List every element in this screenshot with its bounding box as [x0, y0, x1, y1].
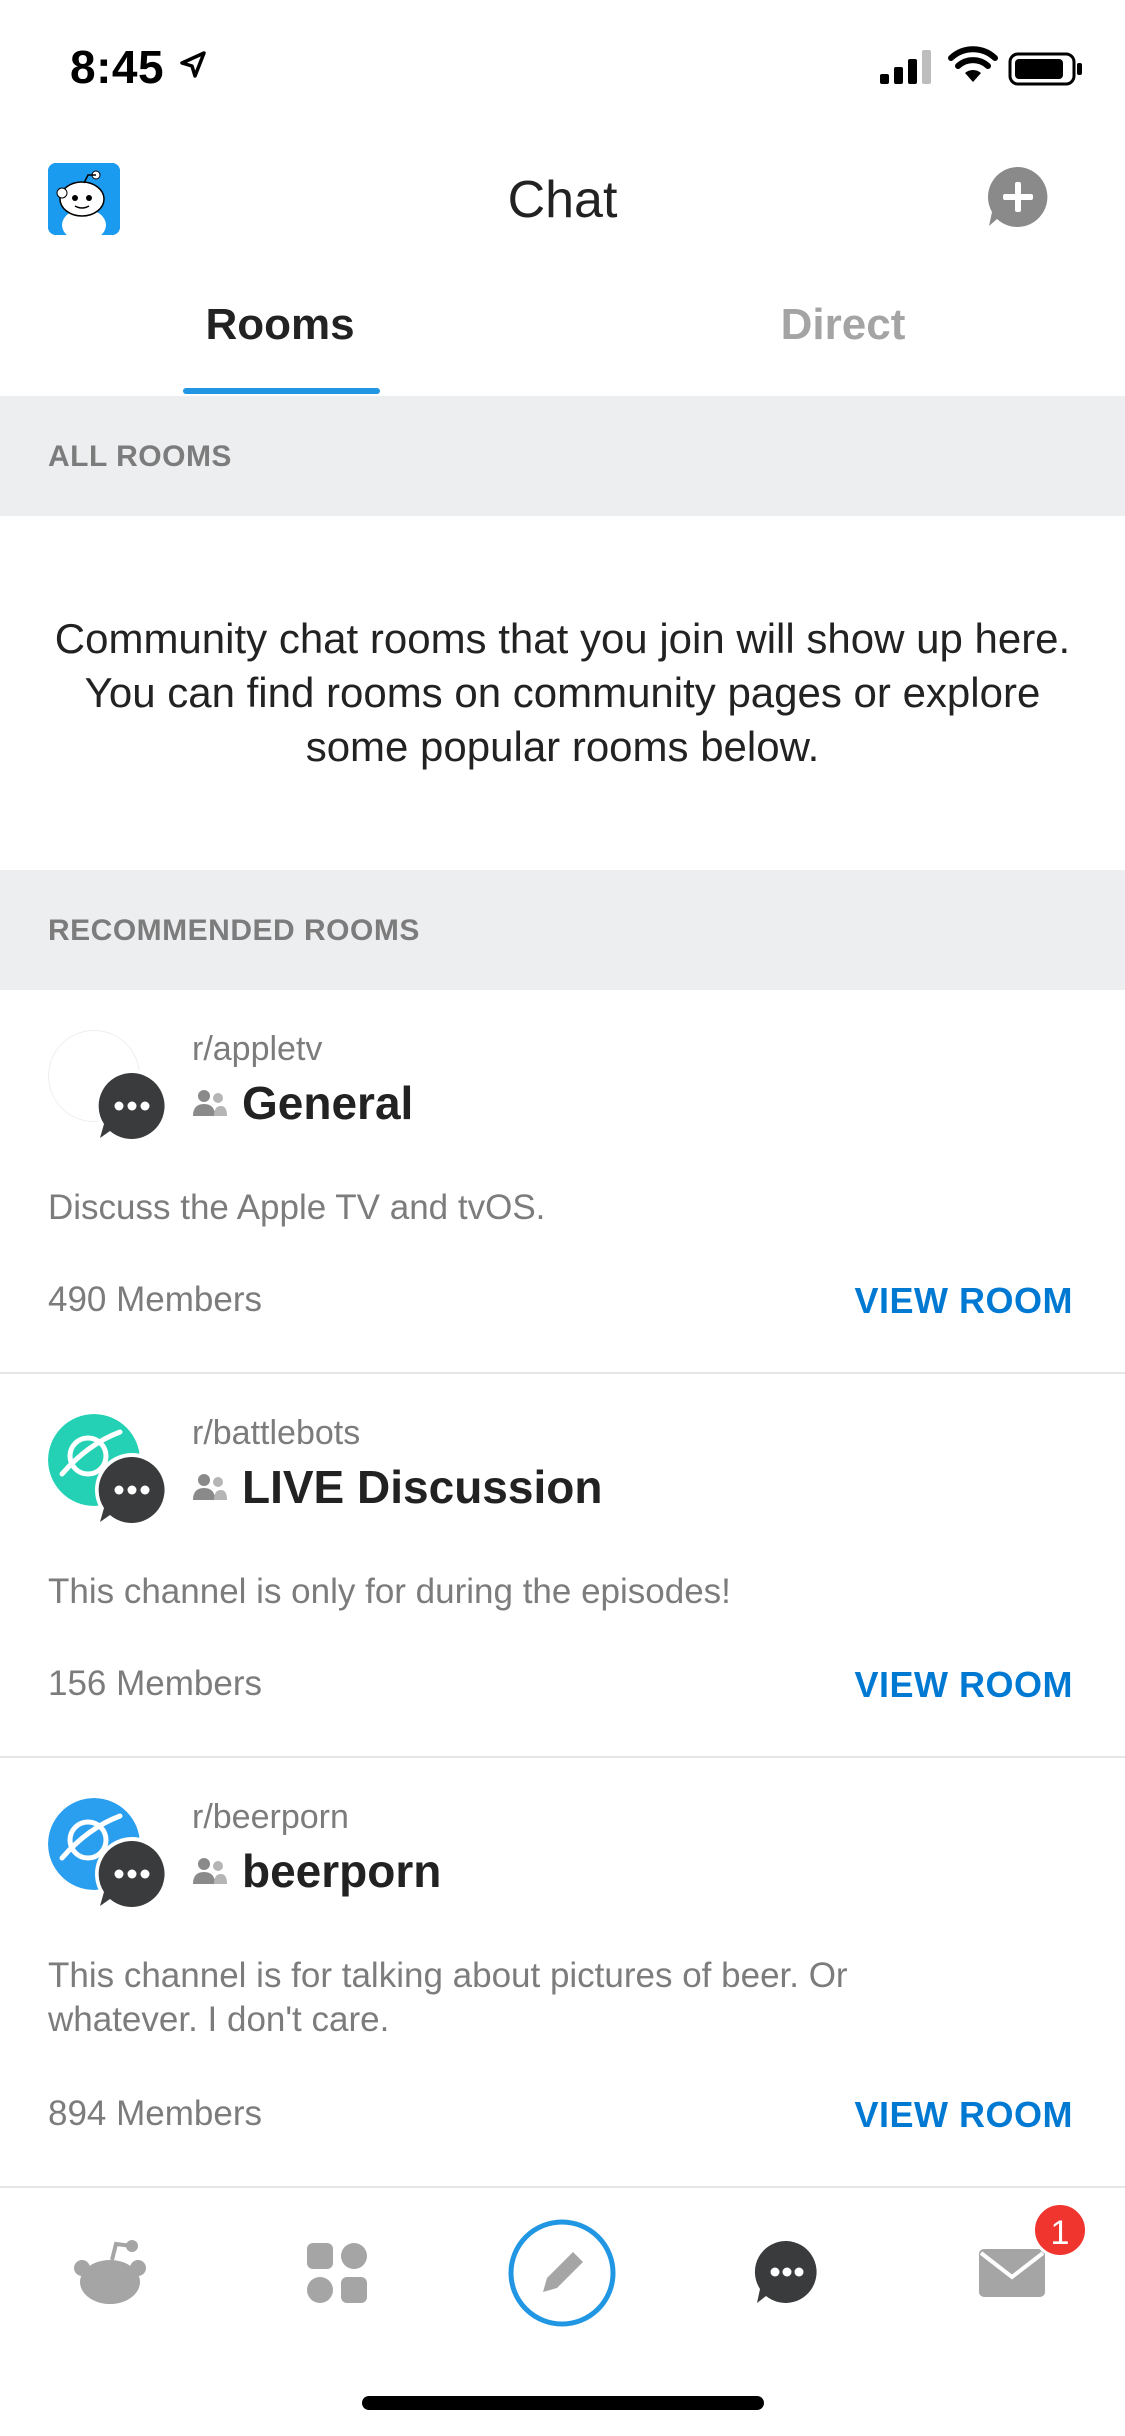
- nav-home[interactable]: [52, 2218, 172, 2328]
- wifi-icon: [948, 46, 998, 82]
- nav-chat[interactable]: [727, 2218, 847, 2328]
- section-label-recommended: RECOMMENDED ROOMS: [48, 914, 420, 947]
- room-description: Discuss the Apple TV and tvOS.: [48, 1188, 546, 1227]
- location-arrow-icon: [180, 51, 206, 78]
- subreddit-name[interactable]: r/battlebots: [192, 1414, 360, 1453]
- room-description: This channel is for talking about pictur…: [48, 1956, 848, 2039]
- cellular-signal-icon: [880, 50, 931, 84]
- view-room-button[interactable]: VIEW ROOM: [855, 1664, 1074, 1706]
- create-post-icon: [508, 2219, 616, 2327]
- room-title: beerporn: [242, 1845, 442, 1897]
- members-icon: [193, 1858, 227, 1884]
- room-description: This channel is only for during the epis…: [48, 1572, 731, 1611]
- room-icon: [48, 1030, 178, 1143]
- home-indicator[interactable]: [362, 2396, 764, 2410]
- view-room-button[interactable]: VIEW ROOM: [855, 2094, 1074, 2136]
- room-card[interactable]: r/appletv General Discuss the Apple TV a…: [0, 990, 1125, 1374]
- chat-bubble-icon: [95, 1069, 169, 1143]
- empty-state-text: Community chat rooms that you join will …: [54, 615, 1071, 770]
- member-count: 490 Members: [48, 1280, 262, 1319]
- chat-bubble-icon: [95, 1453, 169, 1527]
- subreddit-name[interactable]: r/appletv: [192, 1030, 322, 1069]
- members-icon: [193, 1474, 227, 1500]
- tab-direct[interactable]: Direct: [663, 300, 1023, 350]
- room-card[interactable]: r/beerporn beerporn This channel is for …: [0, 1758, 1125, 2186]
- new-chat-button[interactable]: [985, 164, 1051, 230]
- section-recommended-rooms: RECOMMENDED ROOMS: [0, 870, 1125, 990]
- section-all-rooms: ALL ROOMS: [0, 396, 1125, 516]
- room-title: LIVE Discussion: [242, 1461, 603, 1513]
- inbox-icon: [979, 2249, 1045, 2297]
- subreddit-name[interactable]: r/beerporn: [192, 1798, 349, 1837]
- battery-icon: [1008, 52, 1082, 86]
- nav-communities[interactable]: [277, 2218, 397, 2328]
- room-title: General: [242, 1077, 414, 1129]
- page-title: Chat: [507, 171, 618, 229]
- room-title-row: LIVE Discussion: [192, 1459, 602, 1515]
- room-icon: [48, 1414, 178, 1527]
- nav-create-post[interactable]: [502, 2218, 622, 2328]
- inbox-badge: 1: [1032, 2202, 1088, 2258]
- room-icon: [48, 1798, 178, 1911]
- header: Chat: [0, 140, 1125, 260]
- view-room-button[interactable]: VIEW ROOM: [855, 1280, 1074, 1322]
- status-time: 8:45: [70, 41, 165, 93]
- room-title-row: General: [192, 1075, 413, 1131]
- home-icon: [74, 2240, 146, 2304]
- member-count: 156 Members: [48, 1664, 262, 1703]
- chat-icon: [754, 2240, 817, 2303]
- section-label-all-rooms: ALL ROOMS: [48, 440, 232, 473]
- chat-bubble-icon: [95, 1837, 169, 1911]
- tab-rooms[interactable]: Rooms: [100, 300, 460, 350]
- tab-bar: Rooms Direct: [0, 280, 1125, 396]
- status-bar: 8:45: [0, 0, 1125, 140]
- member-count: 894 Members: [48, 2094, 262, 2133]
- active-tab-indicator: [183, 388, 380, 394]
- communities-icon: [307, 2243, 367, 2303]
- room-title-row: beerporn: [192, 1843, 441, 1899]
- room-card[interactable]: r/battlebots LIVE Discussion This channe…: [0, 1374, 1125, 1758]
- members-icon: [193, 1090, 227, 1116]
